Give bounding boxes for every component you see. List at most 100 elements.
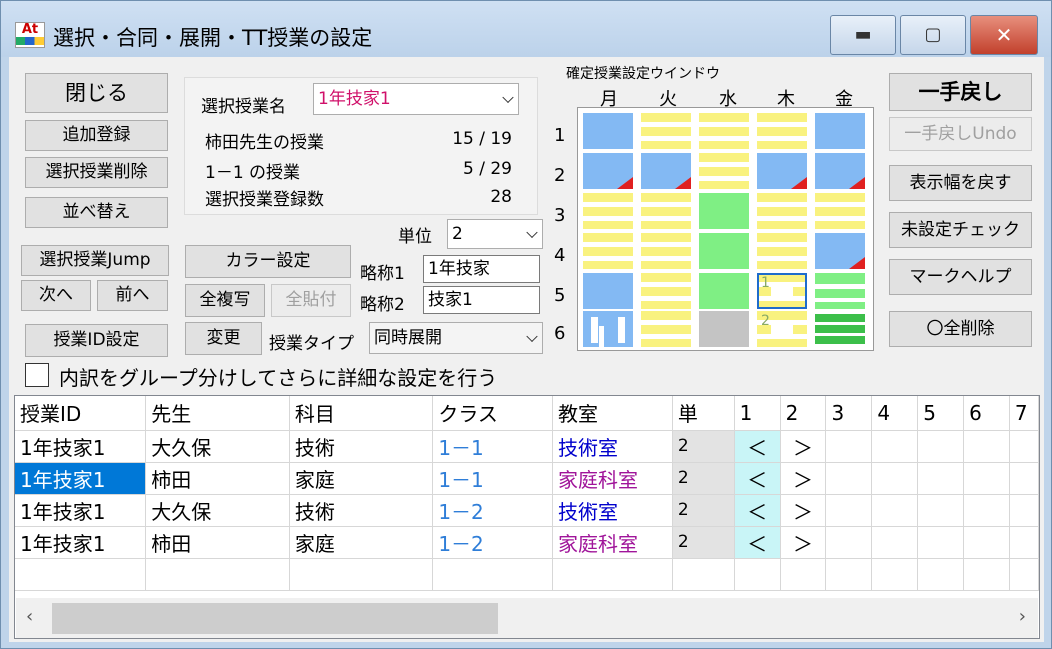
- prev-button[interactable]: 前へ: [97, 280, 168, 311]
- cell-empty[interactable]: [1009, 526, 1040, 559]
- cell-subject[interactable]: 技術: [289, 494, 434, 527]
- header-p1[interactable]: 1: [734, 396, 781, 431]
- cell-empty[interactable]: [871, 430, 919, 463]
- cell-empty[interactable]: [871, 526, 919, 559]
- lesson-type-combo[interactable]: 同時展開: [369, 322, 543, 354]
- grid-cell[interactable]: [699, 273, 749, 309]
- cell-shift-right[interactable]: ＞: [780, 494, 827, 527]
- delete-lesson-button[interactable]: 選択授業削除: [25, 157, 168, 188]
- mark-help-button[interactable]: マークヘルプ: [889, 259, 1032, 295]
- grid-cell[interactable]: [583, 113, 633, 149]
- unit-combo[interactable]: 2: [447, 219, 543, 249]
- cell-class[interactable]: 1－2: [432, 526, 554, 559]
- cell-empty[interactable]: [780, 558, 827, 591]
- cell-unit[interactable]: 2: [672, 430, 735, 463]
- cell-empty[interactable]: [145, 558, 290, 591]
- cell-unit[interactable]: 2: [672, 494, 735, 527]
- grid-cell[interactable]: [583, 233, 633, 269]
- scroll-right-icon[interactable]: ›: [1019, 606, 1026, 627]
- grid-cell[interactable]: [641, 273, 691, 309]
- header-p4[interactable]: 4: [871, 396, 919, 431]
- cell-empty[interactable]: [825, 462, 873, 495]
- table-row[interactable]: 1年技家1 大久保 技術 1－2 技術室 2 ＜ ＞: [15, 494, 1040, 527]
- cell-room[interactable]: 技術室: [552, 430, 673, 463]
- grid-cell[interactable]: [757, 113, 807, 149]
- cell-empty[interactable]: [871, 462, 919, 495]
- grid-cell[interactable]: [757, 193, 807, 229]
- horizontal-scrollbar[interactable]: ‹ ›: [16, 598, 1038, 638]
- table-row-empty[interactable]: [15, 558, 1040, 591]
- cell-empty[interactable]: [917, 430, 965, 463]
- cell-shift-right[interactable]: ＞: [780, 462, 827, 495]
- add-register-button[interactable]: 追加登録: [25, 120, 168, 151]
- cell-shift-right[interactable]: ＞: [780, 430, 827, 463]
- cell-unit[interactable]: 2: [672, 526, 735, 559]
- header-class[interactable]: クラス: [432, 396, 554, 431]
- grid-cell[interactable]: [583, 273, 633, 309]
- grid-cell[interactable]: [699, 193, 749, 229]
- close-window-button[interactable]: ✕: [970, 15, 1038, 55]
- grid-cell[interactable]: [815, 153, 865, 189]
- sort-button[interactable]: 並べ替え: [25, 197, 168, 228]
- abbr2-field[interactable]: 技家1: [423, 286, 540, 314]
- cell-empty[interactable]: [917, 558, 965, 591]
- cell-empty[interactable]: [963, 526, 1010, 559]
- grid-cell[interactable]: [699, 153, 749, 189]
- copy-all-button[interactable]: 全複写: [185, 284, 265, 317]
- header-unit[interactable]: 単: [672, 396, 735, 431]
- cell-empty[interactable]: [917, 494, 965, 527]
- cell-teacher[interactable]: 大久保: [145, 430, 290, 463]
- clear-all-button[interactable]: 〇全削除: [889, 311, 1032, 347]
- cell-shift-left[interactable]: ＜: [734, 494, 781, 527]
- cell-empty[interactable]: [917, 526, 965, 559]
- cell-subject[interactable]: 家庭: [289, 462, 434, 495]
- header-teacher[interactable]: 先生: [145, 396, 290, 431]
- abbr1-field[interactable]: 1年技家: [423, 255, 540, 283]
- cell-empty[interactable]: [825, 526, 873, 559]
- cell-empty[interactable]: [825, 558, 873, 591]
- cell-id[interactable]: 1年技家1: [15, 430, 147, 463]
- header-subject[interactable]: 科目: [289, 396, 434, 431]
- unset-check-button[interactable]: 未設定チェック: [889, 212, 1032, 248]
- cell-shift-left[interactable]: ＜: [734, 430, 781, 463]
- cell-unit[interactable]: 2: [672, 462, 735, 495]
- cell-teacher[interactable]: 大久保: [145, 494, 290, 527]
- cell-room[interactable]: 家庭科室: [552, 462, 673, 495]
- cell-empty[interactable]: [917, 462, 965, 495]
- cell-shift-right[interactable]: ＞: [780, 526, 827, 559]
- grid-cell[interactable]: [815, 273, 865, 309]
- undo-button[interactable]: 一手戻し: [889, 73, 1032, 111]
- color-setting-button[interactable]: カラー設定: [185, 245, 351, 278]
- lesson-id-setting-button[interactable]: 授業ID設定: [25, 324, 168, 357]
- cell-subject[interactable]: 家庭: [289, 526, 434, 559]
- cell-empty[interactable]: [432, 558, 554, 591]
- cell-empty[interactable]: [734, 558, 781, 591]
- grid-cell[interactable]: [641, 311, 691, 347]
- minimize-button[interactable]: ▬: [830, 15, 896, 55]
- grid-cell-selected[interactable]: 1: [757, 273, 807, 309]
- cell-empty[interactable]: [672, 558, 735, 591]
- close-button[interactable]: 閉じる: [25, 73, 168, 113]
- grid-cell[interactable]: [641, 233, 691, 269]
- cell-empty[interactable]: [1009, 558, 1040, 591]
- grid-cell[interactable]: [815, 113, 865, 149]
- scroll-left-icon[interactable]: ‹: [26, 606, 33, 627]
- cell-empty[interactable]: [871, 558, 919, 591]
- cell-empty[interactable]: [871, 494, 919, 527]
- reset-width-button[interactable]: 表示幅を戻す: [889, 165, 1032, 201]
- grid-cell[interactable]: [641, 113, 691, 149]
- grid-cell[interactable]: [699, 233, 749, 269]
- group-detail-checkbox[interactable]: [25, 363, 49, 387]
- header-p7[interactable]: 7: [1009, 396, 1040, 431]
- scroll-thumb[interactable]: [52, 603, 498, 634]
- grid-cell[interactable]: [815, 233, 865, 269]
- header-p6[interactable]: 6: [963, 396, 1010, 431]
- cell-teacher[interactable]: 柿田: [145, 462, 290, 495]
- select-lesson-combo[interactable]: 1年技家1: [313, 83, 519, 115]
- cell-room[interactable]: 家庭科室: [552, 526, 673, 559]
- cell-id[interactable]: 1年技家1: [15, 462, 147, 495]
- table-row[interactable]: 1年技家1 大久保 技術 1－1 技術室 2 ＜ ＞: [15, 430, 1040, 463]
- cell-empty[interactable]: [552, 558, 673, 591]
- header-p5[interactable]: 5: [917, 396, 965, 431]
- cell-room[interactable]: 技術室: [552, 494, 673, 527]
